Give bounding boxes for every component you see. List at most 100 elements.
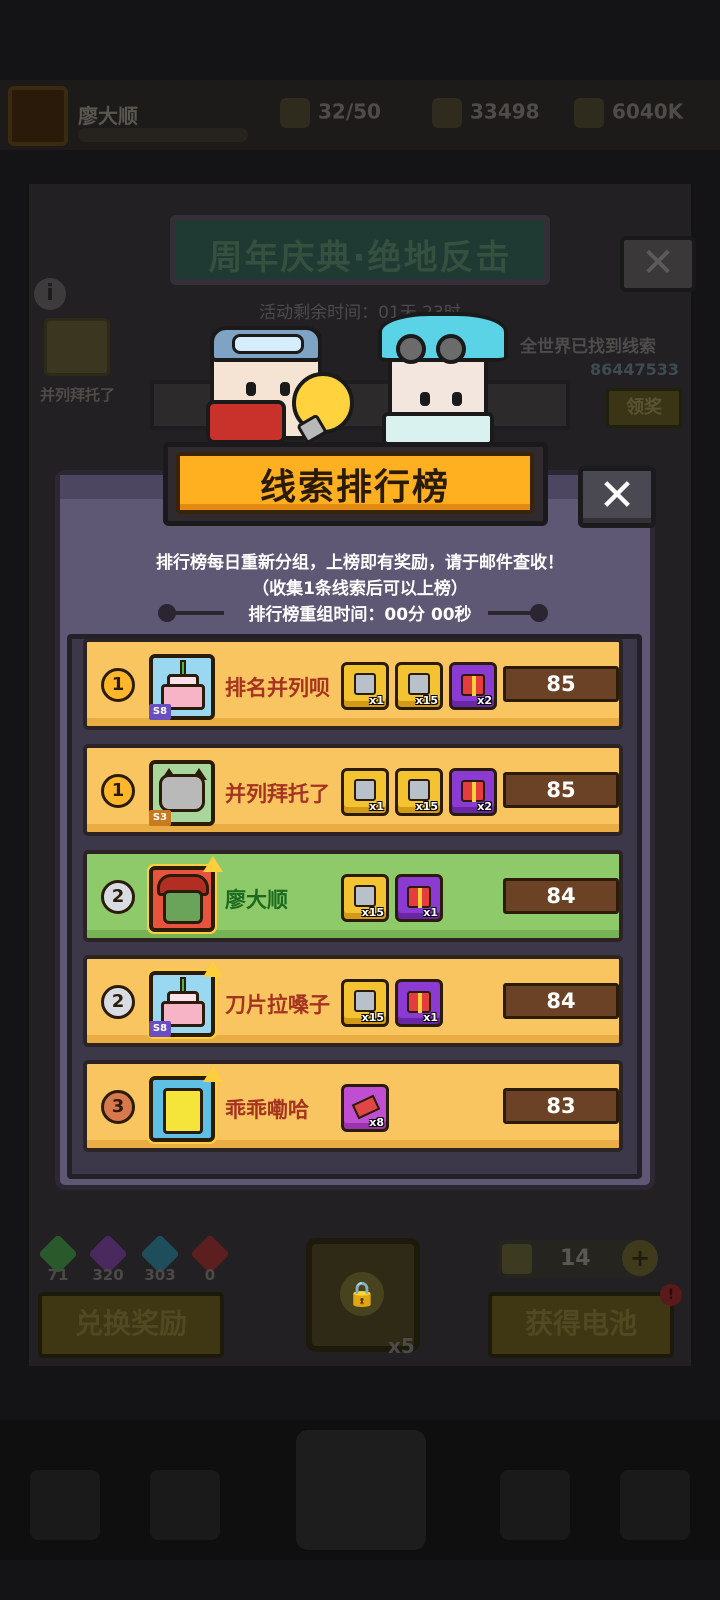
player-nickname: 廖大顺: [225, 888, 288, 912]
box-icon: [354, 885, 376, 907]
character-eye: [246, 382, 256, 396]
ranking-row-self[interactable]: 2 廖大顺 x15 x1 84: [83, 850, 623, 942]
chest-reward-icon[interactable]: x1: [341, 662, 389, 710]
player-nickname: 排名并列呗: [225, 676, 330, 700]
box-icon: [354, 673, 376, 695]
stamina-stat: 32/50: [280, 98, 381, 128]
coin-icon: [574, 98, 604, 128]
nav-item-4[interactable]: [500, 1470, 570, 1540]
exchange-reward-button[interactable]: 兑换奖励: [38, 1292, 224, 1358]
sponge-icon: [163, 1088, 203, 1134]
season-tag: S8: [149, 704, 171, 720]
reward-qty: x2: [477, 800, 492, 813]
helmet-icon: [210, 326, 322, 362]
gift-reward-icon[interactable]: x2: [449, 768, 497, 816]
reward-qty: x1: [369, 800, 384, 813]
game-screen: 廖大顺 32/50 33498 6040K 周年庆典·绝地反击 活动剩余时间：0…: [0, 0, 720, 1600]
nav-item-2[interactable]: [150, 1470, 220, 1540]
reward-qty: x15: [415, 800, 438, 813]
player-nickname: 并列拜托了: [225, 782, 330, 806]
chest-reward-icon[interactable]: x15: [341, 874, 389, 922]
cat-icon: [159, 774, 205, 812]
ranking-row[interactable]: 1 S8 排名并列呗 x1 x15 x2 85: [83, 638, 623, 730]
gift-icon: [407, 991, 431, 1013]
gift-icon: [461, 674, 485, 696]
rank-medal-icon: 1: [101, 668, 135, 702]
chest-reward-icon[interactable]: x15: [395, 768, 443, 816]
red-gem-count: 0: [204, 1266, 216, 1284]
purple-gem-count: 320: [92, 1266, 124, 1284]
reward-qty: x1: [369, 694, 384, 707]
season-tag: S3: [149, 810, 171, 826]
close-button[interactable]: ✕: [578, 466, 656, 528]
modal-title: 线索排行榜: [259, 467, 450, 508]
ranking-row[interactable]: 1 S3 并列拜托了 x1 x15 x2 85: [83, 744, 623, 836]
box-icon: [408, 779, 430, 801]
gift-icon: [407, 886, 431, 908]
blue-gem-count: 303: [144, 1266, 176, 1284]
side-player-avatar[interactable]: [44, 318, 110, 376]
description-line-1: 排行榜每日重新分组，上榜即有奖励，请于邮件查收！: [156, 553, 564, 573]
tool-reward-icon[interactable]: x8: [341, 1084, 389, 1132]
event-close-button[interactable]: ✕: [620, 236, 696, 292]
add-battery-button[interactable]: +: [622, 1240, 658, 1276]
reward-qty: x1: [423, 906, 438, 919]
goggle-icon: [396, 334, 426, 364]
chest-reward-icon[interactable]: x15: [341, 979, 389, 1027]
crown-icon: [203, 1066, 223, 1082]
reward-qty: x1: [423, 1011, 438, 1024]
side-player-label: 并列拜托了: [40, 386, 116, 404]
coin-stat: 6040K: [574, 98, 683, 128]
gold-stat: 33498: [432, 98, 540, 128]
zombie-icon: [163, 890, 203, 924]
score-box: 85: [503, 772, 619, 808]
reward-qty: x15: [361, 1011, 384, 1024]
nav-item-5[interactable]: [620, 1470, 690, 1540]
gift-icon: [461, 780, 485, 802]
crown-icon: [203, 856, 223, 872]
season-tag: S8: [149, 1021, 171, 1037]
battery-count: 14: [560, 1246, 591, 1271]
lock-multiplier: x5: [388, 1334, 415, 1358]
reward-qty: x8: [369, 1116, 384, 1129]
character-eye: [280, 382, 290, 396]
chest-reward-icon[interactable]: x1: [341, 768, 389, 816]
claim-reward-button[interactable]: 领奖: [606, 388, 682, 428]
player-nickname: 刀片拉嗓子: [225, 993, 330, 1017]
ranking-row[interactable]: 2 S8 刀片拉嗓子 x15 x1 84: [83, 955, 623, 1047]
info-icon[interactable]: i: [34, 278, 66, 310]
ranking-row[interactable]: 3 乖乖嘞哈 x8 83: [83, 1060, 623, 1152]
chest-reward-icon[interactable]: x15: [395, 662, 443, 710]
reset-timer: 排行榜重组时间：00分 00秒: [248, 605, 472, 625]
nav-item-center[interactable]: [296, 1430, 426, 1550]
box-icon: [354, 990, 376, 1012]
score-box: 84: [503, 878, 619, 914]
red-scarf: [206, 400, 286, 444]
get-battery-button[interactable]: 获得电池: [488, 1292, 674, 1358]
battery-icon: [502, 1244, 532, 1274]
global-clue-label: 全世界已找到线索: [520, 337, 656, 357]
rank-medal-icon: 3: [101, 1090, 135, 1124]
gift-reward-icon[interactable]: x1: [395, 874, 443, 922]
player-exp-bar: [78, 128, 248, 142]
goggle-icon: [436, 334, 466, 364]
gift-reward-icon[interactable]: x2: [449, 662, 497, 710]
reward-qty: x2: [477, 694, 492, 707]
rank-medal-icon: 1: [101, 774, 135, 808]
alert-icon: !: [660, 1284, 682, 1306]
rank-medal-icon: 2: [101, 985, 135, 1019]
lock-icon: 🔒: [340, 1272, 384, 1316]
character-eye: [452, 392, 462, 406]
reward-qty: x15: [361, 906, 384, 919]
nav-item-1[interactable]: [30, 1470, 100, 1540]
gold-icon: [432, 98, 462, 128]
box-icon: [408, 673, 430, 695]
global-clue-count: 86447533: [590, 360, 680, 379]
player-avatar[interactable]: [8, 86, 68, 146]
description-line-2: （收集1条线索后可以上榜）: [252, 579, 468, 599]
stamina-icon: [280, 98, 310, 128]
gift-reward-icon[interactable]: x1: [395, 979, 443, 1027]
score-box: 84: [503, 983, 619, 1019]
sponge-avatar[interactable]: [149, 1076, 215, 1142]
zombie-avatar[interactable]: [149, 866, 215, 932]
